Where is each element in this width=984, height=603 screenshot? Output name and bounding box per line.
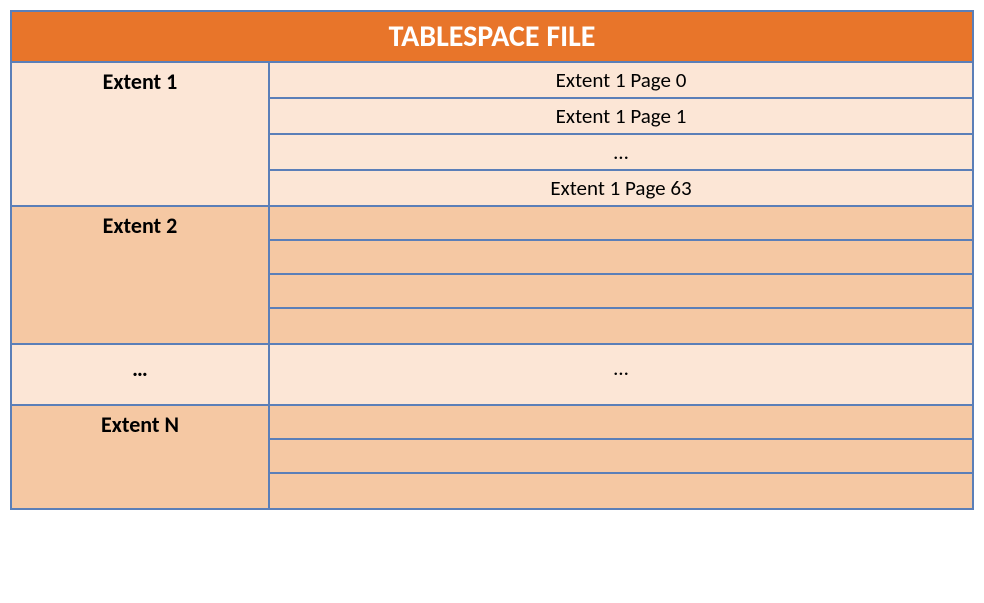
- extent-n-row: Extent N: [12, 406, 972, 508]
- extent-2-page-cell: [270, 241, 972, 275]
- extent-n-page-cell: [270, 406, 972, 440]
- extent-n-page-cell: [270, 440, 972, 474]
- ellipsis-right-label: …: [270, 345, 972, 404]
- extent-2-label: Extent 2: [12, 207, 270, 343]
- extent-1-label: Extent 1: [12, 63, 270, 205]
- extent-n-pages: [270, 406, 972, 508]
- extent-1-page-ellipsis: …: [270, 135, 972, 171]
- extent-1-page-1: Extent 1 Page 1: [270, 99, 972, 135]
- extent-1-pages: Extent 1 Page 0 Extent 1 Page 1 … Extent…: [270, 63, 972, 205]
- tablespace-diagram: TABLESPACE FILE Extent 1 Extent 1 Page 0…: [10, 10, 974, 510]
- extent-2-page-cell: [270, 207, 972, 241]
- extent-n-label: Extent N: [12, 406, 270, 508]
- extent-2-pages: [270, 207, 972, 343]
- extent-1-page-0: Extent 1 Page 0: [270, 63, 972, 99]
- extent-n-page-cell: [270, 474, 972, 508]
- extent-2-page-cell: [270, 309, 972, 343]
- extent-1-row: Extent 1 Extent 1 Page 0 Extent 1 Page 1…: [12, 63, 972, 207]
- extent-1-page-63: Extent 1 Page 63: [270, 171, 972, 205]
- ellipsis-left-label: …: [12, 345, 270, 404]
- diagram-title: TABLESPACE FILE: [12, 12, 972, 63]
- extent-2-row: Extent 2: [12, 207, 972, 345]
- ellipsis-row: … …: [12, 345, 972, 406]
- extent-2-page-cell: [270, 275, 972, 309]
